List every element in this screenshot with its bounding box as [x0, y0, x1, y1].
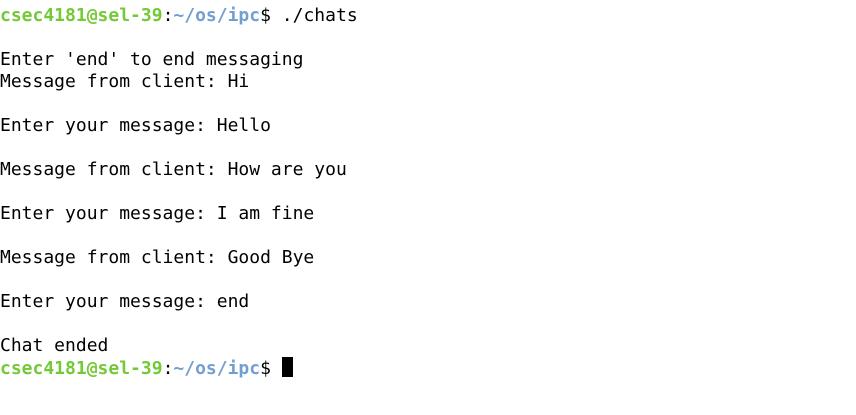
active-prompt-line[interactable]: csec4181@sel-39:~/os/ipc$	[0, 357, 856, 379]
output-line: Message from client: How are you	[0, 159, 347, 180]
prompt-path: ~/os/ipc	[173, 358, 261, 379]
command-text: ./chats	[281, 5, 358, 26]
terminal-window[interactable]: csec4181@sel-39:~/os/ipc$ ./chats Enter …	[0, 0, 856, 415]
output-line: Message from client: Hi	[0, 71, 250, 92]
prompt-symbol: $	[260, 5, 282, 26]
prompt-symbol: $	[260, 358, 282, 379]
prompt-separator: :	[162, 5, 174, 26]
output-line: Chat ended	[0, 335, 109, 356]
prompt-line: csec4181@sel-39:~/os/ipc$ ./chats	[0, 5, 856, 27]
output-line: Message from client: Good Bye	[0, 247, 315, 268]
prompt-separator: :	[162, 358, 174, 379]
output-line: Enter your message: I am fine	[0, 203, 315, 224]
prompt-path: ~/os/ipc	[173, 5, 261, 26]
prompt-user-host: csec4181@sel-39	[0, 5, 163, 26]
output-line: Enter 'end' to end messaging	[0, 49, 304, 70]
output-line: Enter your message: end	[0, 291, 250, 312]
output-line: Enter your message: Hello	[0, 115, 271, 136]
prompt-user-host: csec4181@sel-39	[0, 358, 163, 379]
text-cursor[interactable]	[281, 357, 293, 377]
